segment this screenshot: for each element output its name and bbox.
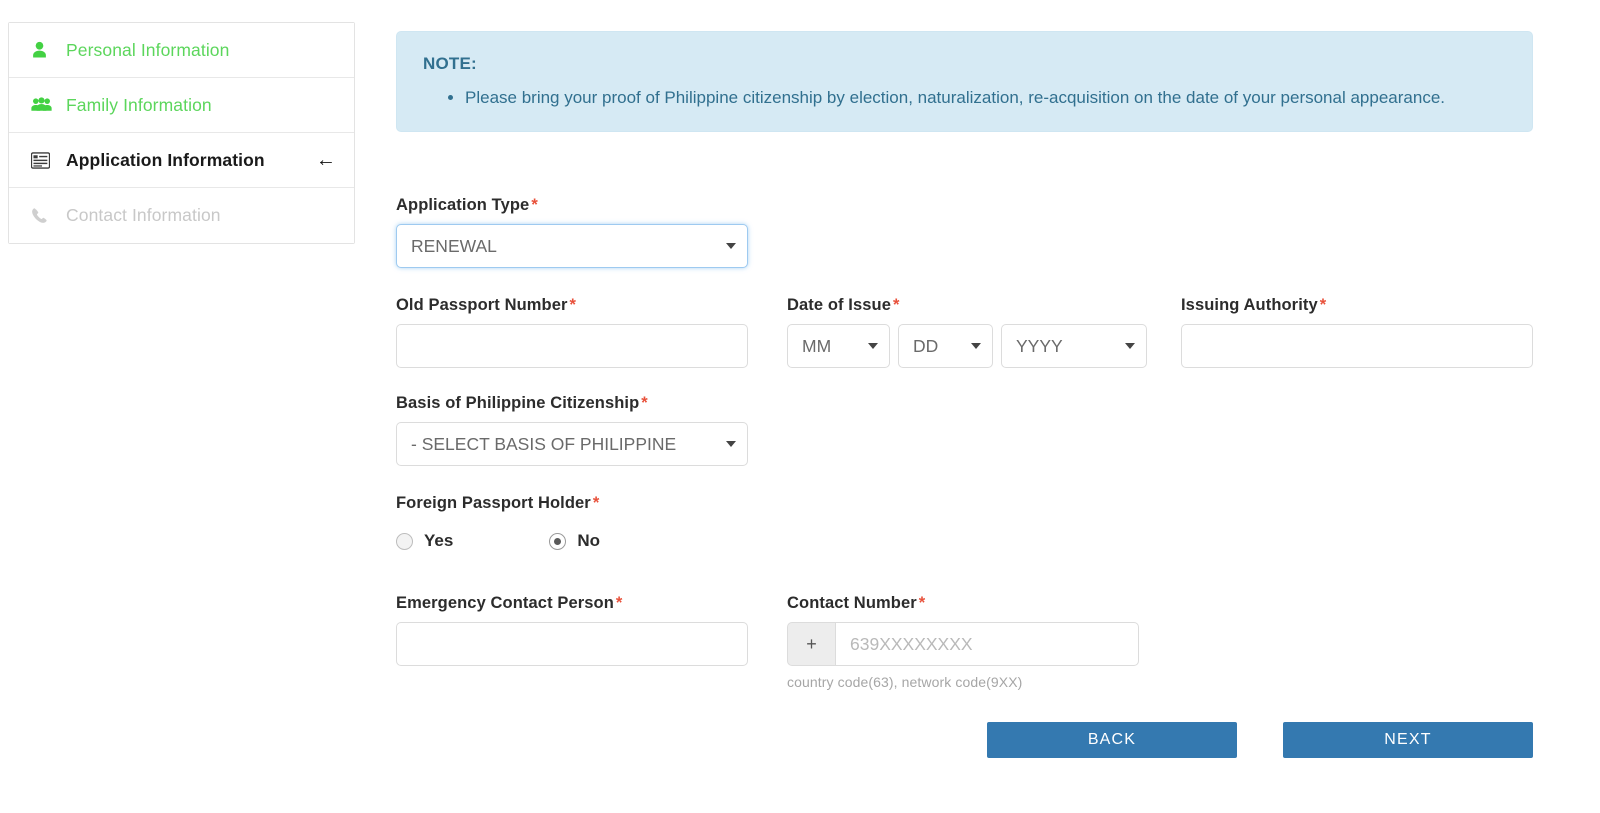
date-of-issue-month-value[interactable]: MM <box>787 324 890 368</box>
note-alert: NOTE: Please bring your proof of Philipp… <box>396 31 1533 132</box>
sidebar-item-label: Contact Information <box>66 205 221 225</box>
contact-number-field: Contact Number* + country code(63), netw… <box>787 594 1147 690</box>
sidebar-item-application-information[interactable]: Application Information ← <box>9 133 354 188</box>
sidebar-item-label: Personal Information <box>66 39 230 60</box>
contact-number-label: Contact Number * <box>787 594 926 612</box>
radio-checked-icon[interactable] <box>549 532 567 550</box>
contact-number-help-text: country code(63), network code(9XX) <box>787 674 1023 690</box>
application-form: NOTE: Please bring your proof of Philipp… <box>396 0 1536 813</box>
note-title: NOTE: <box>423 54 477 73</box>
foreign-passport-holder-yes-option[interactable]: Yes <box>396 531 453 551</box>
emergency-contact-person-label: Emergency Contact Person * <box>396 594 623 612</box>
required-marker: * <box>569 296 577 314</box>
application-type-label: Application Type * <box>396 196 538 214</box>
emergency-contact-person-input[interactable] <box>396 622 748 666</box>
required-marker: * <box>615 594 623 612</box>
issuing-authority-label: Issuing Authority * <box>1181 296 1327 314</box>
foreign-passport-holder-radio-group: Yes No <box>396 531 816 551</box>
application-type-field: Application Type * RENEWAL <box>396 196 748 268</box>
foreign-passport-holder-no-option[interactable]: No <box>549 531 600 551</box>
phone-icon <box>31 207 55 225</box>
required-marker: * <box>592 494 600 512</box>
users-icon <box>31 96 55 114</box>
required-marker: * <box>918 594 926 612</box>
issuing-authority-input[interactable] <box>1181 324 1533 368</box>
date-of-issue-day-value[interactable]: DD <box>898 324 993 368</box>
sidebar-item-label: Application Information <box>66 149 265 170</box>
foreign-passport-holder-field: Foreign Passport Holder * Yes No <box>396 494 816 551</box>
old-passport-number-label: Old Passport Number * <box>396 296 577 314</box>
issuing-authority-field: Issuing Authority * <box>1181 296 1533 368</box>
date-of-issue-month-select[interactable]: MM <box>787 324 890 368</box>
user-icon <box>31 41 55 59</box>
radio-unchecked-icon[interactable] <box>396 532 413 550</box>
sidebar-item-label: Family Information <box>66 94 212 115</box>
sidebar-item-personal-information[interactable]: Personal Information <box>9 23 354 78</box>
required-marker: * <box>893 296 900 314</box>
next-button[interactable]: NEXT <box>1283 722 1533 758</box>
application-type-select[interactable]: RENEWAL <box>396 224 748 268</box>
basis-of-citizenship-select[interactable]: - SELECT BASIS OF PHILIPPINE <box>396 422 748 466</box>
date-of-issue-day-select[interactable]: DD <box>898 324 993 368</box>
basis-of-citizenship-value[interactable]: - SELECT BASIS OF PHILIPPINE <box>396 422 748 466</box>
old-passport-number-input[interactable] <box>396 324 748 368</box>
date-of-issue-group: MM DD YYYY <box>787 324 1147 368</box>
emergency-contact-person-field: Emergency Contact Person * <box>396 594 748 666</box>
radio-label-no: No <box>577 531 600 550</box>
basis-of-citizenship-label: Basis of Philippine Citizenship * <box>396 394 648 412</box>
foreign-passport-holder-label: Foreign Passport Holder * <box>396 494 600 512</box>
application-information-page: Personal Information Family Information <box>0 0 1600 813</box>
note-list: Please bring your proof of Philippine ci… <box>423 86 1506 111</box>
required-marker: * <box>531 196 538 214</box>
date-of-issue-year-select[interactable]: YYYY <box>1001 324 1147 368</box>
basis-of-citizenship-field: Basis of Philippine Citizenship * - SELEC… <box>396 394 748 466</box>
date-of-issue-field: Date of Issue * MM DD YYYY <box>787 296 1147 368</box>
steps-sidebar: Personal Information Family Information <box>8 22 355 244</box>
date-of-issue-label: Date of Issue * <box>787 296 900 314</box>
sidebar-item-family-information[interactable]: Family Information <box>9 78 354 133</box>
note-list-item: Please bring your proof of Philippine ci… <box>465 86 1506 111</box>
required-marker: * <box>1319 296 1327 314</box>
application-type-value[interactable]: RENEWAL <box>396 224 748 268</box>
plus-prefix-addon: + <box>787 622 835 666</box>
form-actions: BACK NEXT <box>987 722 1533 758</box>
radio-label-yes: Yes <box>424 531 454 550</box>
required-marker: * <box>641 394 648 412</box>
sidebar-item-contact-information[interactable]: Contact Information <box>9 188 354 243</box>
list-alt-icon <box>31 151 55 169</box>
date-of-issue-year-value[interactable]: YYYY <box>1001 324 1147 368</box>
contact-number-input-group: + <box>787 622 1139 666</box>
back-button[interactable]: BACK <box>987 722 1237 758</box>
old-passport-number-field: Old Passport Number * <box>396 296 748 368</box>
arrow-left-icon: ← <box>315 149 336 171</box>
contact-number-input[interactable] <box>835 622 1139 666</box>
